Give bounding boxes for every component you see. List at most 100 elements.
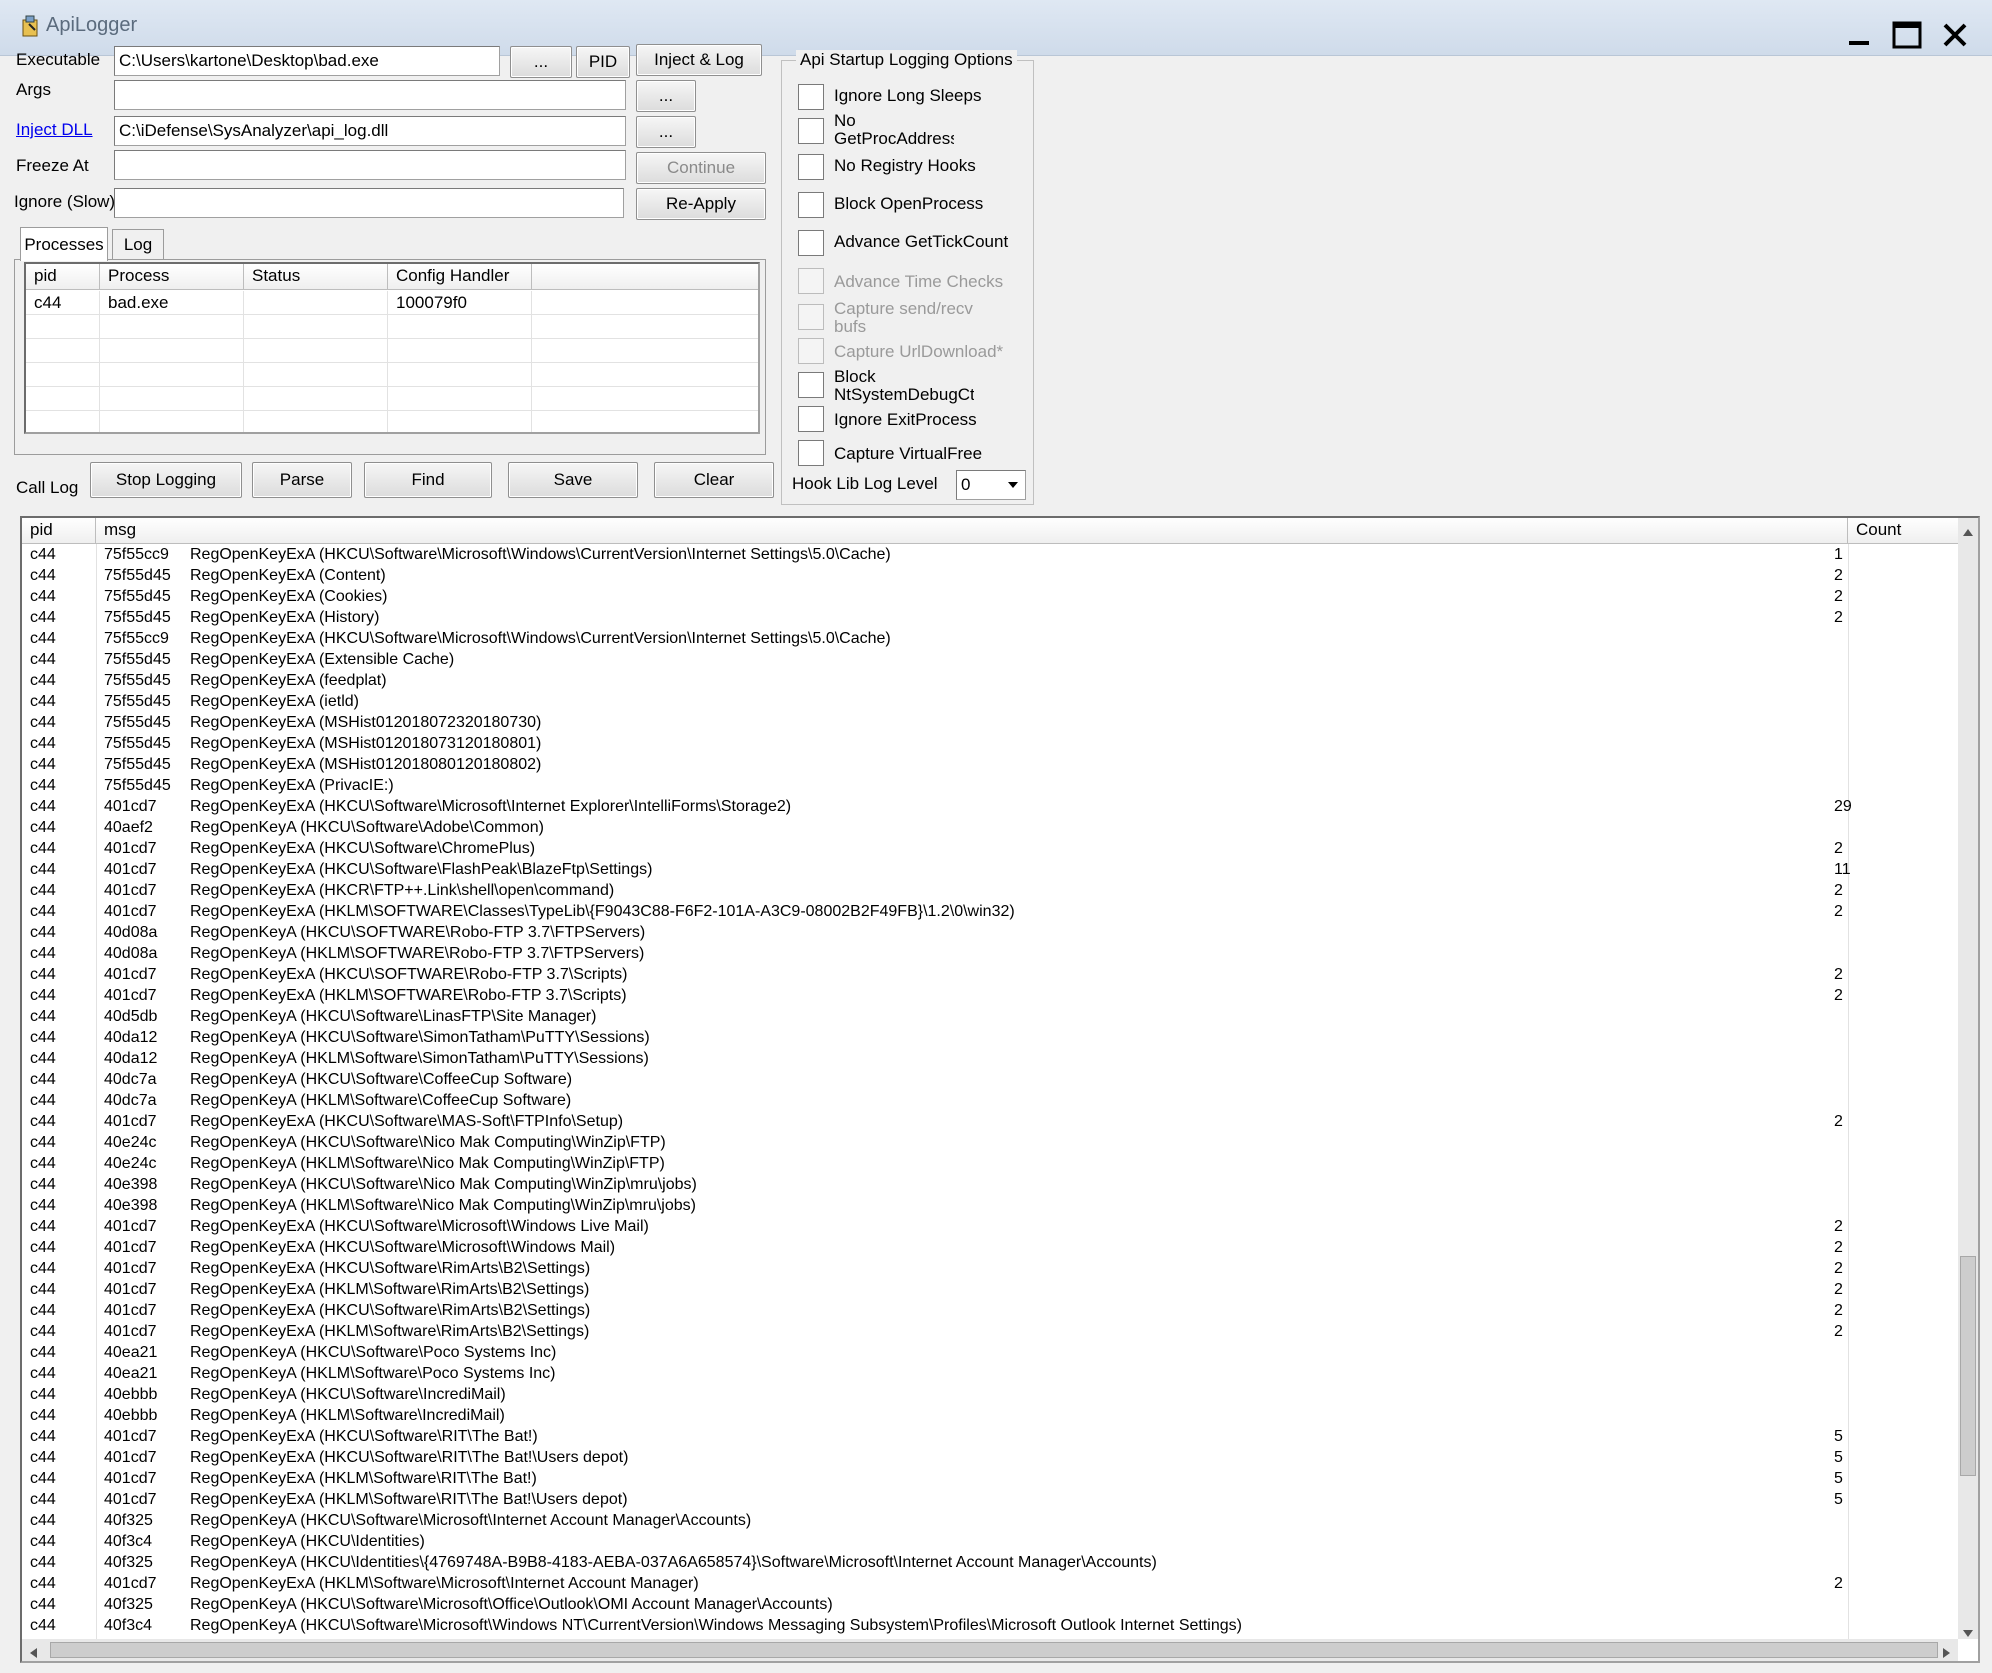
log-row[interactable]: c44 401cd7 RegOpenKeyExA (HKLM\SOFTWARE\Cl… <box>24 903 1954 924</box>
log-row[interactable]: c44 40d08a RegOpenKeyA (HKCU\SOFTWARE\Robo… <box>24 924 1954 945</box>
col-pid[interactable]: pid <box>26 264 100 290</box>
capture-urldownload-checkbox[interactable] <box>798 338 824 364</box>
capture-virtualfree-checkbox[interactable] <box>798 440 824 466</box>
save-button[interactable]: Save <box>508 462 638 498</box>
log-row[interactable]: c44 75f55d45 RegOpenKeyExA (Cookies) 2 <box>24 588 1954 609</box>
log-row[interactable]: c44 401cd7 RegOpenKeyExA (HKCU\Software\Mi… <box>24 1218 1954 1239</box>
log-row[interactable]: c44 40dc7a RegOpenKeyA (HKCU\Software\Coff… <box>24 1071 1954 1092</box>
inject-dll-field[interactable]: C:\iDefense\SysAnalyzer\api_log.dll <box>114 116 626 146</box>
clear-button[interactable]: Clear <box>654 462 774 498</box>
ignore-slow-field[interactable] <box>114 188 624 218</box>
log-row[interactable]: c44 40e24c RegOpenKeyA (HKLM\Software\Nico… <box>24 1155 1954 1176</box>
tab-log[interactable]: Log <box>112 229 164 259</box>
log-row[interactable]: c44 75f55d45 RegOpenKeyExA (MSHist01201807… <box>24 735 1954 756</box>
dll-browse-button[interactable]: ... <box>636 116 696 148</box>
process-list[interactable]: pid Process Status Config Handler c44 ba… <box>24 262 760 434</box>
log-row[interactable]: c44 40ebbb RegOpenKeyA (HKCU\Software\Incr… <box>24 1386 1954 1407</box>
log-row[interactable]: c44 40ebbb RegOpenKeyA (HKLM\Software\Incr… <box>24 1407 1954 1428</box>
scroll-left-icon[interactable] <box>28 1644 38 1661</box>
log-row[interactable]: c44 40aef2 RegOpenKeyA (HKCU\Software\Adob… <box>24 819 1954 840</box>
col-log-pid[interactable]: pid <box>22 518 96 544</box>
col-process[interactable]: Process <box>100 264 244 290</box>
log-row[interactable]: c44 401cd7 RegOpenKeyExA (HKCU\Software\Ri… <box>24 1260 1954 1281</box>
advance-time-checks-checkbox[interactable] <box>798 268 824 294</box>
log-row[interactable]: c44 75f55cc9 RegOpenKeyExA (HKCU\Software\… <box>24 630 1954 651</box>
inject-log-button[interactable]: Inject & Log <box>636 44 762 76</box>
log-row[interactable]: c44 75f55d45 RegOpenKeyExA (Extensible Cac… <box>24 651 1954 672</box>
col-log-msg[interactable]: msg <box>96 518 1848 544</box>
log-row[interactable]: c44 40f325 RegOpenKeyA (HKCU\Software\Micr… <box>24 1512 1954 1533</box>
log-row[interactable]: c44 401cd7 RegOpenKeyExA (HKLM\Software\RI… <box>24 1491 1954 1512</box>
log-row[interactable]: c44 75f55d45 RegOpenKeyExA (MSHist01201807… <box>24 714 1954 735</box>
col-status[interactable]: Status <box>244 264 388 290</box>
args-browse-button[interactable]: ... <box>636 80 696 112</box>
log-row[interactable]: c44 75f55d45 RegOpenKeyExA (Content) 2 <box>24 567 1954 588</box>
scroll-right-icon[interactable] <box>1942 1644 1952 1661</box>
log-row[interactable]: c44 401cd7 RegOpenKeyExA (HKCU\Software\Ri… <box>24 1302 1954 1323</box>
log-row[interactable]: c44 401cd7 RegOpenKeyExA (HKCU\Software\RI… <box>24 1428 1954 1449</box>
close-icon[interactable] <box>1932 14 1978 56</box>
continue-button[interactable]: Continue <box>636 152 766 184</box>
log-row[interactable]: c44 75f55cc9 RegOpenKeyExA (HKCU\Software\… <box>24 546 1954 567</box>
reapply-button[interactable]: Re-Apply <box>636 188 766 220</box>
chevron-down-icon[interactable] <box>1005 477 1021 498</box>
log-row[interactable]: c44 40f325 RegOpenKeyA (HKCU\Software\Micr… <box>24 1596 1954 1617</box>
log-row[interactable]: c44 40d5db RegOpenKeyA (HKCU\Software\Lina… <box>24 1008 1954 1029</box>
pid-button[interactable]: PID <box>576 46 630 78</box>
log-row[interactable]: c44 40f3c4 RegOpenKeyA (HKCU\Software\Micr… <box>24 1617 1954 1638</box>
log-row[interactable]: c44 40da12 RegOpenKeyA (HKCU\Software\Simo… <box>24 1029 1954 1050</box>
log-row[interactable]: c44 401cd7 RegOpenKeyExA (HKCU\Software\RI… <box>24 1449 1954 1470</box>
log-row[interactable]: c44 75f55d45 RegOpenKeyExA (feedplat) <box>24 672 1954 693</box>
log-row[interactable]: c44 401cd7 RegOpenKeyExA (HKCU\Software\Fl… <box>24 861 1954 882</box>
hook-lib-log-level-select[interactable]: 0 <box>956 470 1026 500</box>
log-row[interactable]: c44 401cd7 RegOpenKeyExA (HKCU\SOFTWARE\Ro… <box>24 966 1954 987</box>
capture-send-recv-checkbox[interactable] <box>798 304 824 330</box>
log-row[interactable]: c44 75f55d45 RegOpenKeyExA (ietld) <box>24 693 1954 714</box>
scroll-up-icon[interactable] <box>1962 522 1974 542</box>
horizontal-scrollbar[interactable] <box>22 1639 1958 1661</box>
log-row[interactable]: c44 40f325 RegOpenKeyA (HKCU\Identities\{4… <box>24 1554 1954 1575</box>
log-row[interactable]: c44 40e398 RegOpenKeyA (HKLM\Software\Nico… <box>24 1197 1954 1218</box>
minimize-icon[interactable] <box>1836 14 1882 56</box>
log-row[interactable]: c44 40e24c RegOpenKeyA (HKCU\Software\Nico… <box>24 1134 1954 1155</box>
ignore-exitprocess-checkbox[interactable] <box>798 406 824 432</box>
no-getprocaddress-checkbox[interactable] <box>798 118 824 144</box>
log-row[interactable]: c44 40da12 RegOpenKeyA (HKLM\Software\Simo… <box>24 1050 1954 1071</box>
log-row[interactable]: c44 401cd7 RegOpenKeyExA (HKLM\SOFTWARE\Ro… <box>24 987 1954 1008</box>
vertical-scrollbar[interactable] <box>1958 518 1978 1639</box>
log-row[interactable]: c44 75f55d45 RegOpenKeyExA (PrivacIE:) <box>24 777 1954 798</box>
maximize-icon[interactable] <box>1884 14 1930 56</box>
block-ntsystemdebugctl-checkbox[interactable] <box>798 372 824 398</box>
find-button[interactable]: Find <box>364 462 492 498</box>
parse-button[interactable]: Parse <box>252 462 352 498</box>
log-row[interactable]: c44 401cd7 RegOpenKeyExA (HKCU\Software\Ch… <box>24 840 1954 861</box>
log-row[interactable]: c44 401cd7 RegOpenKeyExA (HKCU\Software\Mi… <box>24 1239 1954 1260</box>
stop-logging-button[interactable]: Stop Logging <box>90 462 242 498</box>
advance-gettickcount-checkbox[interactable] <box>798 230 824 256</box>
freeze-at-field[interactable] <box>114 150 626 180</box>
log-row[interactable]: c44 401cd7 RegOpenKeyExA (HKCU\Software\Mi… <box>24 798 1954 819</box>
vertical-scroll-thumb[interactable] <box>1960 1256 1976 1476</box>
log-row[interactable]: c44 75f55d45 RegOpenKeyExA (History) 2 <box>24 609 1954 630</box>
process-row[interactable]: c44 bad.exe 100079f0 <box>26 291 758 315</box>
scroll-down-icon[interactable] <box>1962 1624 1974 1644</box>
log-row[interactable]: c44 40ea21 RegOpenKeyA (HKCU\Software\Poco… <box>24 1344 1954 1365</box>
log-row[interactable]: c44 401cd7 RegOpenKeyExA (HKLM\Software\Mi… <box>24 1575 1954 1596</box>
tab-processes[interactable]: Processes <box>20 227 108 261</box>
log-row[interactable]: c44 40d08a RegOpenKeyA (HKLM\SOFTWARE\Robo… <box>24 945 1954 966</box>
log-row[interactable]: c44 40e398 RegOpenKeyA (HKCU\Software\Nico… <box>24 1176 1954 1197</box>
horizontal-scroll-thumb[interactable] <box>50 1642 1938 1658</box>
log-row[interactable]: c44 40f3c4 RegOpenKeyA (HKCU\Identities) <box>24 1533 1954 1554</box>
no-registry-hooks-checkbox[interactable] <box>798 154 824 180</box>
log-row[interactable]: c44 75f55d45 RegOpenKeyExA (MSHist01201808… <box>24 756 1954 777</box>
log-row[interactable]: c44 401cd7 RegOpenKeyExA (HKLM\Software\Ri… <box>24 1281 1954 1302</box>
call-log-list[interactable]: pid msg Count c44 75f55cc9 RegOpenKeyExA (… <box>20 516 1980 1663</box>
executable-field[interactable]: C:\Users\kartone\Desktop\bad.exe <box>114 46 500 76</box>
log-row[interactable]: c44 401cd7 RegOpenKeyExA (HKCU\Software\MA… <box>24 1113 1954 1134</box>
args-field[interactable] <box>114 80 626 110</box>
col-config-handler[interactable]: Config Handler <box>388 264 532 290</box>
executable-browse-button[interactable]: ... <box>510 46 572 78</box>
inject-dll-link[interactable]: Inject DLL <box>16 120 93 140</box>
log-row[interactable]: c44 40dc7a RegOpenKeyA (HKLM\Software\Coff… <box>24 1092 1954 1113</box>
log-row[interactable]: c44 401cd7 RegOpenKeyExA (HKLM\Software\Ri… <box>24 1323 1954 1344</box>
